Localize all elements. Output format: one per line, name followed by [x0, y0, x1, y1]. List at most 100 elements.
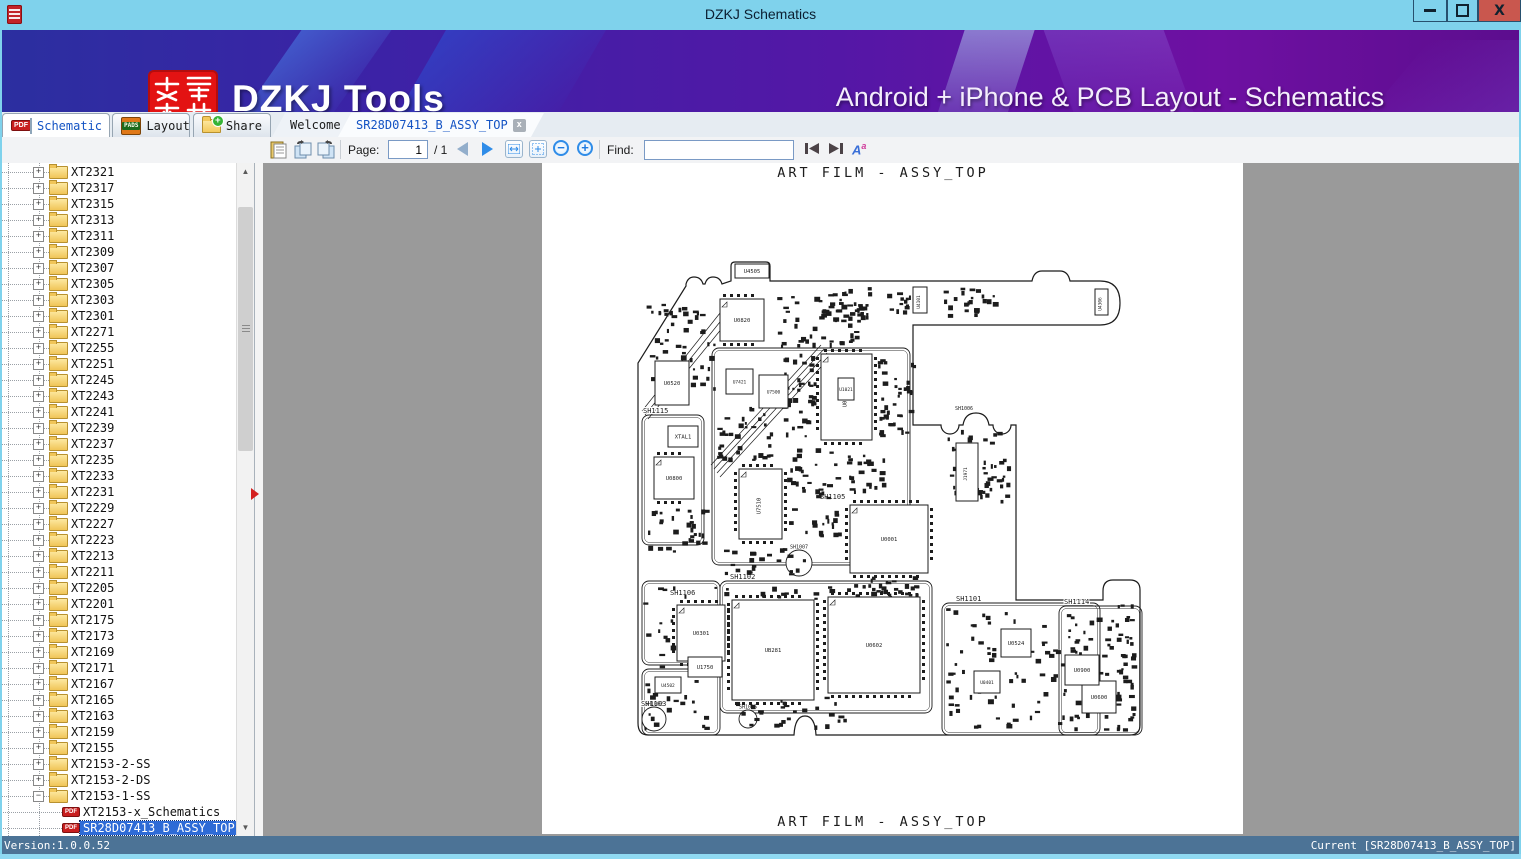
expand-icon[interactable]: +	[33, 406, 44, 418]
match-case-icon[interactable]: Aa	[852, 141, 866, 157]
tree-folder-XT2167[interactable]: + XT2167	[0, 675, 236, 692]
pdf-viewer[interactable]: ART FILM - ASSY_TOP ART FILM - ASSY_TOP SH…	[263, 163, 1519, 836]
tree-folder-XT2237[interactable]: + XT2237	[0, 435, 236, 452]
expand-icon[interactable]: +	[33, 454, 44, 466]
tree-folder-XT2201[interactable]: + XT2201	[0, 595, 236, 612]
tree-folder-XT2175[interactable]: + XT2175	[0, 611, 236, 628]
find-prev-icon[interactable]	[804, 142, 820, 155]
expand-icon[interactable]: +	[33, 774, 44, 786]
expand-icon[interactable]: +	[33, 230, 44, 242]
expand-icon[interactable]: +	[33, 422, 44, 434]
prev-page-icon[interactable]	[457, 142, 468, 156]
tree-folder-XT2213[interactable]: + XT2213	[0, 547, 236, 564]
expand-icon[interactable]: +	[33, 630, 44, 642]
tree-folder-XT2303[interactable]: + XT2303	[0, 291, 236, 308]
expand-icon[interactable]: +	[33, 726, 44, 738]
tree-folder-XT2223[interactable]: + XT2223	[0, 531, 236, 548]
tab-layout[interactable]: PADS Layout	[112, 113, 190, 137]
expand-icon[interactable]: +	[33, 294, 44, 306]
expand-icon[interactable]: +	[33, 502, 44, 514]
scrollbar-thumb[interactable]	[238, 207, 253, 451]
expand-icon[interactable]: +	[33, 342, 44, 354]
splitter-collapse-icon[interactable]	[251, 488, 259, 500]
next-page-icon[interactable]	[482, 142, 493, 156]
tree-folder-XT2153-1-SS[interactable]: − XT2153-1-SS	[0, 787, 236, 804]
tree-folder-XT2313[interactable]: + XT2313	[0, 211, 236, 228]
tree-folder-XT2169[interactable]: + XT2169	[0, 643, 236, 660]
expand-icon[interactable]: +	[33, 758, 44, 770]
tree-folder-XT2205[interactable]: + XT2205	[0, 579, 236, 596]
tree-folder-XT2165[interactable]: + XT2165	[0, 691, 236, 708]
tab-share[interactable]: + Share	[193, 113, 271, 137]
maximize-button[interactable]	[1447, 0, 1478, 22]
expand-icon[interactable]: +	[33, 742, 44, 754]
tree-folder-XT2155[interactable]: + XT2155	[0, 739, 236, 756]
fit-width-icon[interactable]	[505, 140, 523, 158]
tree-folder-XT2211[interactable]: + XT2211	[0, 563, 236, 580]
collapse-icon[interactable]: −	[33, 790, 44, 802]
tree-folder-XT2235[interactable]: + XT2235	[0, 451, 236, 468]
tree-folder-XT2173[interactable]: + XT2173	[0, 627, 236, 644]
tree-folder-XT2227[interactable]: + XT2227	[0, 515, 236, 532]
expand-icon[interactable]: +	[33, 534, 44, 546]
expand-icon[interactable]: +	[33, 662, 44, 674]
tree-folder-XT2229[interactable]: + XT2229	[0, 499, 236, 516]
fit-page-icon[interactable]	[529, 140, 547, 158]
expand-icon[interactable]: +	[33, 614, 44, 626]
page-input[interactable]	[388, 140, 428, 159]
tree-file-XT2153-x_Schematics[interactable]: PDF XT2153-x_Schematics	[0, 804, 236, 820]
expand-icon[interactable]: +	[33, 326, 44, 338]
zoom-in-icon[interactable]: +	[577, 140, 593, 156]
tree-folder-XT2317[interactable]: + XT2317	[0, 179, 236, 196]
tree-folder-XT2271[interactable]: + XT2271	[0, 323, 236, 340]
expand-icon[interactable]: +	[33, 486, 44, 498]
close-tab-icon[interactable]: x	[513, 119, 526, 132]
expand-icon[interactable]: +	[33, 390, 44, 402]
expand-icon[interactable]: +	[33, 374, 44, 386]
tree-folder-XT2231[interactable]: + XT2231	[0, 483, 236, 500]
tree-folder-XT2239[interactable]: + XT2239	[0, 419, 236, 436]
expand-icon[interactable]: +	[33, 646, 44, 658]
tree-folder-XT2153-2-DS[interactable]: + XT2153-2-DS	[0, 771, 236, 788]
tree-folder-XT2309[interactable]: + XT2309	[0, 243, 236, 260]
tree-folder-XT2241[interactable]: + XT2241	[0, 403, 236, 420]
tree-folder-XT2243[interactable]: + XT2243	[0, 387, 236, 404]
rotate-left-icon[interactable]	[316, 140, 336, 159]
expand-icon[interactable]: +	[33, 710, 44, 722]
expand-icon[interactable]: +	[33, 278, 44, 290]
expand-icon[interactable]: +	[33, 358, 44, 370]
scroll-up-icon[interactable]: ▲	[237, 163, 254, 180]
tree-folder-XT2315[interactable]: + XT2315	[0, 195, 236, 212]
expand-icon[interactable]: +	[33, 198, 44, 210]
tree-folder-XT2245[interactable]: + XT2245	[0, 371, 236, 388]
expand-icon[interactable]: +	[33, 582, 44, 594]
minimize-button[interactable]	[1413, 0, 1447, 22]
close-button[interactable]: X	[1478, 0, 1521, 22]
tree-file-SR28D07413_B_ASSY_TOP[interactable]: PDF SR28D07413_B_ASSY_TOP	[0, 820, 236, 836]
expand-icon[interactable]: +	[33, 598, 44, 610]
rotate-right-icon[interactable]	[293, 140, 313, 159]
find-input[interactable]	[644, 140, 794, 160]
tree-folder-XT2153-2-SS[interactable]: + XT2153-2-SS	[0, 755, 236, 772]
tree-folder-XT2321[interactable]: + XT2321	[0, 163, 236, 180]
expand-icon[interactable]: +	[33, 678, 44, 690]
tree-folder-XT2311[interactable]: + XT2311	[0, 227, 236, 244]
tree-folder-XT2305[interactable]: + XT2305	[0, 275, 236, 292]
tree-folder-XT2233[interactable]: + XT2233	[0, 467, 236, 484]
expand-icon[interactable]: +	[33, 262, 44, 274]
expand-icon[interactable]: +	[33, 438, 44, 450]
notes-icon[interactable]	[270, 141, 287, 159]
tree-folder-XT2255[interactable]: + XT2255	[0, 339, 236, 356]
tree-folder-XT2307[interactable]: + XT2307	[0, 259, 236, 276]
expand-icon[interactable]: +	[33, 550, 44, 562]
expand-icon[interactable]: +	[33, 214, 44, 226]
tree-folder-XT2171[interactable]: + XT2171	[0, 659, 236, 676]
tab-schematic[interactable]: PDF Schematic	[2, 113, 110, 137]
tree-folder-XT2163[interactable]: + XT2163	[0, 707, 236, 724]
expand-icon[interactable]: +	[33, 566, 44, 578]
tree-folder-XT2159[interactable]: + XT2159	[0, 723, 236, 740]
expand-icon[interactable]: +	[33, 246, 44, 258]
expand-icon[interactable]: +	[33, 470, 44, 482]
tree-folder-XT2301[interactable]: + XT2301	[0, 307, 236, 324]
expand-icon[interactable]: +	[33, 694, 44, 706]
